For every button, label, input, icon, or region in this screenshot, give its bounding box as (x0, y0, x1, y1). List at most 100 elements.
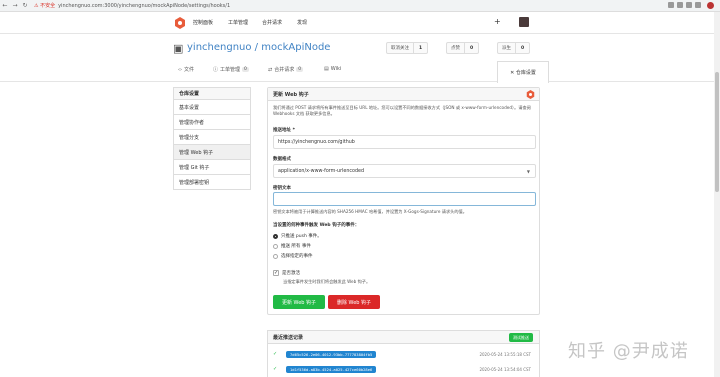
radio-button[interactable] (273, 253, 278, 259)
sidebar-item-collaborators[interactable]: 管理协作者 (173, 115, 251, 130)
radio-label: 只推送 push 事件。 (281, 234, 322, 239)
create-plus-icon[interactable]: + (494, 17, 501, 26)
radio-button[interactable] (273, 243, 278, 249)
repo-header: ▣ yinchengnuo / mockApiNode 取消关注 1 点赞 0 … (0, 34, 720, 83)
insecure-label: 不安全 (40, 3, 56, 9)
radio-push-only[interactable]: 只推送 push 事件。 (273, 233, 322, 239)
tab-badge: 0 (296, 67, 304, 72)
form-description: 我们将通过 POST 请求将所有事件推送至目标 URL 地址。您可以设置不同的数… (273, 105, 531, 116)
nav-explore[interactable]: 发现 (297, 19, 307, 26)
content-type-label: 数据格式 (273, 157, 291, 162)
pull-request-icon: ⇄ (268, 66, 273, 73)
repo-icon: ▣ (173, 42, 184, 55)
tab-files[interactable]: ‹› 文件 (178, 66, 195, 74)
active-label: 是否激活 (282, 271, 300, 276)
sidebar-item-git-hooks[interactable]: 管理 Git 钩子 (173, 160, 251, 175)
extension-icon[interactable] (695, 2, 701, 8)
sidebar-item-deploy-keys[interactable]: 管理部署密钥 (173, 175, 251, 190)
code-icon: ‹› (178, 66, 182, 73)
radio-button[interactable] (273, 233, 278, 239)
browser-toolbar: ← → ↻ ⚠ 不安全 yinchengnuo.com:3000/yinchen… (0, 0, 720, 12)
events-label: 当设置的何种事件触发 Web 钩子的事件： (273, 223, 360, 228)
sidebar-heading: 仓库设置 (173, 87, 251, 100)
tab-label: Wiki (330, 66, 342, 72)
nav-issues[interactable]: 工单管理 (228, 19, 248, 26)
tab-label: 文件 (184, 67, 195, 73)
book-icon: ▤ (324, 66, 329, 72)
scrollbar-thumb[interactable] (715, 72, 719, 192)
sidebar-item-webhooks[interactable]: 管理 Web 钩子 (173, 145, 251, 160)
user-avatar[interactable] (519, 17, 529, 27)
tab-settings[interactable]: ✕ 仓库设置 (497, 61, 549, 83)
fork-button[interactable]: 派生 0 (497, 42, 531, 54)
tab-pulls[interactable]: ⇄ 合并请求 0 (268, 66, 304, 73)
extension-icon[interactable] (677, 2, 683, 8)
extension-icons (668, 2, 714, 9)
tab-badge: 0 (242, 67, 249, 72)
radio-label: 推送 所有 事件 (281, 244, 311, 249)
issue-icon: ⓘ (213, 67, 219, 73)
chevron-down-icon: ▼ (526, 168, 530, 174)
gitea-logo-icon (526, 90, 535, 99)
update-webhook-button[interactable]: 更新 Web 钩子 (273, 295, 325, 309)
panel-title: 更新 Web 钩子 (268, 88, 539, 101)
nav-dashboard[interactable]: 控制面板 (193, 19, 213, 26)
active-checkbox[interactable]: ✓ (273, 270, 279, 276)
secret-help: 密钥文本将被用于计算推送内容的 SHA256 HMAC 哈希值，并设置为 X-G… (273, 209, 467, 214)
secret-label: 密钥文本 (273, 186, 291, 191)
deliveries-title: 最近推送记录 (268, 331, 539, 344)
address-bar[interactable]: ⚠ 不安全 yinchengnuo.com:3000/yinchengnuo/m… (34, 1, 668, 10)
recent-deliveries-panel: 最近推送记录 测试推送 ✓ 7d65c526-2e06-4012-93bb-77… (267, 330, 540, 377)
settings-sidebar: 仓库设置 基本设置 管理协作者 管理分支 管理 Web 钩子 管理 Git 钩子… (173, 87, 251, 190)
secret-input[interactable] (273, 192, 536, 206)
radio-all-events[interactable]: 推送 所有 事件 (273, 243, 311, 249)
star-count: 0 (470, 45, 474, 51)
extension-icon[interactable] (668, 2, 674, 8)
back-icon[interactable]: ← (0, 2, 10, 9)
reload-icon[interactable]: ↻ (20, 2, 30, 9)
payload-url-input[interactable]: https://yinchengnuo.com/github (273, 135, 536, 149)
webhook-form-panel: 更新 Web 钩子 我们将通过 POST 请求将所有事件推送至目标 URL 地址… (267, 87, 540, 315)
delivery-uuid[interactable]: 7d65c526-2e06-4012-93bb-777783804fb5 (286, 350, 377, 358)
tab-wiki[interactable]: ▤ Wiki (324, 66, 341, 72)
radio-label: 选择指定的事件 (281, 254, 313, 259)
gitea-logo-icon[interactable] (174, 17, 186, 29)
repo-title[interactable]: yinchengnuo / mockApiNode (187, 42, 330, 53)
url-text: yinchengnuo.com:3000/yinchengnuo/mockApi… (58, 2, 231, 9)
active-help: 当指定事件发生时我们将会触发此 Web 钩子。 (283, 279, 371, 284)
delivery-time: 2020-05-24 13:55:18 CST (479, 351, 531, 357)
insecure-warning[interactable]: ⚠ 不安全 (34, 2, 55, 9)
delivery-row[interactable]: ✓ 1d1f536d-a83b-4524-a025-427ce60b28e6 2… (268, 362, 539, 376)
tab-label: 仓库设置 (515, 70, 536, 76)
star-button[interactable]: 点赞 0 (446, 42, 480, 54)
watch-button[interactable]: 取消关注 1 (386, 42, 429, 54)
page-scrollbar[interactable] (714, 12, 720, 377)
fork-label: 派生 (498, 43, 516, 53)
watch-count: 1 (419, 45, 423, 51)
delivery-time: 2020-05-24 13:54:04 CST (479, 366, 531, 372)
top-navbar: 控制面板 工单管理 合并请求 发现 + (0, 12, 720, 34)
sidebar-item-branches[interactable]: 管理分支 (173, 130, 251, 145)
tab-label: 合并请求 (274, 67, 295, 73)
delivery-uuid[interactable]: 1d1f536d-a83b-4524-a025-427ce60b28e6 (286, 365, 377, 373)
content-type-value: application/x-www-form-urlencoded (278, 168, 365, 174)
watch-label: 取消关注 (387, 43, 414, 53)
url-label: 推送地址 * (273, 128, 295, 133)
check-icon: ✓ (273, 351, 278, 357)
delete-webhook-button[interactable]: 删除 Web 钩子 (328, 295, 380, 309)
forward-icon[interactable]: → (10, 2, 20, 9)
delivery-row[interactable]: ✓ 7d65c526-2e06-4012-93bb-777783804fb5 2… (268, 347, 539, 361)
sidebar-item-options[interactable]: 基本设置 (173, 100, 251, 115)
extension-icon[interactable] (686, 2, 692, 8)
radio-choose-events[interactable]: 选择指定的事件 (273, 253, 313, 259)
test-delivery-button[interactable]: 测试推送 (509, 333, 533, 342)
watermark: 知乎 @尹成诺 (568, 341, 689, 362)
active-checkbox-row[interactable]: ✓ 是否激活 (273, 270, 300, 276)
content-type-select[interactable]: application/x-www-form-urlencoded ▼ (273, 164, 536, 178)
nav-pulls[interactable]: 合并请求 (262, 19, 282, 26)
tab-issues[interactable]: ⓘ 工单管理 0 (213, 66, 249, 73)
fork-count: 0 (521, 45, 525, 51)
browser-profile-avatar[interactable] (707, 2, 714, 9)
star-label: 点赞 (447, 43, 465, 53)
check-icon: ✓ (273, 366, 278, 372)
